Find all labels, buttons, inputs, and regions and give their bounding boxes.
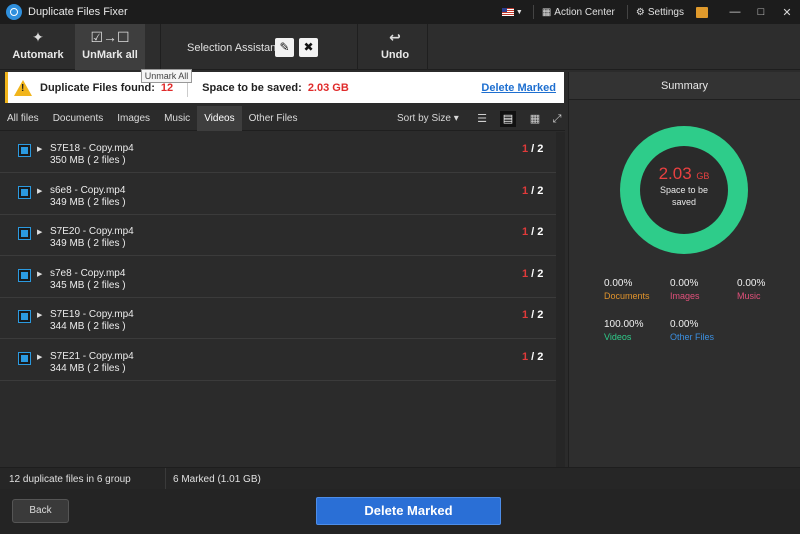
back-button[interactable]: Back (12, 499, 69, 523)
warning-icon: ! (14, 79, 32, 96)
file-size: 344 MB ( 2 files ) (50, 363, 126, 374)
select-checkbox[interactable] (18, 352, 31, 365)
stat-images: 0.00% Images (670, 278, 700, 301)
title-bar: Duplicate Files Fixer ▼ ▦ Action Center … (0, 0, 800, 24)
unmark-all-button[interactable]: ☑→☐ UnMark all (75, 24, 145, 70)
summary-title: Summary (569, 72, 800, 100)
gear-icon: ⚙ (635, 6, 645, 18)
wand-tool-icon[interactable]: ✎ (275, 38, 294, 57)
unmark-all-tooltip: Unmark All (141, 69, 192, 83)
selection-assistant-label: Selection Assistant (187, 42, 280, 54)
stat-other-files: 0.00% Other Files (670, 319, 715, 342)
close-button[interactable]: ✕ (774, 6, 800, 19)
space-saved-ring: 2.03 GB Space to be saved (620, 126, 748, 254)
expand-arrow-icon[interactable]: ▶ (37, 145, 42, 153)
tools-icon[interactable]: ✖ (299, 38, 318, 57)
magic-wand-icon: ✦ (32, 29, 44, 45)
maximize-button[interactable]: □ (748, 6, 774, 18)
marked-count: 1 / 2 (522, 143, 544, 155)
list-item[interactable]: ▶ S7E19 - Copy.mp4 344 MB ( 2 files ) 1 … (0, 298, 556, 339)
tab-documents[interactable]: Documents (46, 106, 111, 131)
ring-value: 2.03 GB (658, 164, 710, 183)
group-count-status: 12 duplicate files in 6 group (9, 474, 131, 485)
automark-button[interactable]: ✦ Automark (6, 24, 70, 70)
marked-count: 1 / 2 (522, 185, 544, 197)
undo-icon: ↩ (389, 29, 401, 45)
action-center-button[interactable]: ▦ Action Center (542, 7, 615, 18)
file-name: S7E19 - Copy.mp4 (50, 309, 134, 320)
settings-button[interactable]: ⚙ Settings (636, 7, 684, 18)
delete-marked-link[interactable]: Delete Marked (481, 82, 556, 94)
us-flag-icon[interactable] (501, 8, 514, 16)
sort-caret-icon: ▾ (453, 113, 459, 124)
list-item[interactable]: ▶ s6e8 - Copy.mp4 349 MB ( 2 files ) 1 /… (0, 174, 556, 215)
file-size: 350 MB ( 2 files ) (50, 155, 126, 166)
select-checkbox[interactable] (18, 310, 31, 323)
expand-arrow-icon[interactable]: ▶ (37, 187, 42, 195)
stat-music: 0.00% Music (737, 278, 766, 301)
sort-dropdown[interactable]: Sort by Size ▾ (397, 113, 459, 124)
list-item[interactable]: ▶ S7E18 - Copy.mp4 350 MB ( 2 files ) 1 … (0, 132, 556, 173)
grid-icon: ▦ (541, 6, 552, 18)
tab-all-files[interactable]: All files (0, 106, 46, 131)
delete-marked-button[interactable]: Delete Marked (316, 497, 501, 525)
ring-label: Space to be (659, 185, 709, 195)
duplicates-found-label: Duplicate Files found: (40, 81, 155, 94)
action-footer: Back Delete Marked (0, 489, 800, 534)
marked-count: 1 / 2 (522, 226, 544, 238)
select-checkbox[interactable] (18, 227, 31, 240)
tab-videos[interactable]: Videos (197, 105, 242, 131)
list-view-icon[interactable]: ☰ (474, 111, 490, 127)
unmark-icon: ☑→☐ (90, 29, 130, 45)
select-checkbox[interactable] (18, 186, 31, 199)
expand-arrow-icon[interactable]: ▶ (37, 270, 42, 278)
file-name: s6e8 - Copy.mp4 (50, 185, 126, 196)
tab-other-files[interactable]: Other Files (242, 106, 305, 131)
file-name: S7E21 - Copy.mp4 (50, 351, 134, 362)
language-dropdown-icon[interactable]: ▼ (516, 9, 523, 16)
marked-count: 1 / 2 (522, 309, 544, 321)
grid-view-icon[interactable]: ▦ (527, 111, 543, 127)
space-saved-value: 2.03 GB (307, 81, 349, 94)
file-size: 349 MB ( 2 files ) (50, 238, 126, 249)
expand-arrow-icon[interactable]: ▶ (37, 353, 42, 361)
tab-images[interactable]: Images (110, 106, 157, 131)
marked-status: 6 Marked (1.01 GB) (173, 474, 261, 485)
list-item[interactable]: ▶ S7E21 - Copy.mp4 344 MB ( 2 files ) 1 … (0, 340, 556, 381)
gift-icon[interactable] (696, 6, 708, 18)
app-title: Duplicate Files Fixer (28, 6, 128, 18)
undo-button[interactable]: ↩ Undo (372, 24, 418, 70)
expand-arrow-icon[interactable]: ▶ (37, 228, 42, 236)
expand-icon[interactable]: ⤢ (549, 111, 565, 127)
select-checkbox[interactable] (18, 269, 31, 282)
stat-videos: 100.00% Videos (604, 319, 644, 342)
tab-music[interactable]: Music (157, 106, 197, 131)
duplicate-file-list: ▶ S7E18 - Copy.mp4 350 MB ( 2 files ) 1 … (0, 132, 565, 467)
list-item[interactable]: ▶ s7e8 - Copy.mp4 345 MB ( 2 files ) 1 /… (0, 257, 556, 298)
ring-label: saved (671, 197, 697, 207)
file-type-tabs: All files Documents Images Music Videos … (0, 105, 565, 131)
file-size: 345 MB ( 2 files ) (50, 280, 126, 291)
file-name: S7E18 - Copy.mp4 (50, 143, 134, 154)
list-scrollbar[interactable] (556, 132, 565, 467)
marked-count: 1 / 2 (522, 351, 544, 363)
file-size: 344 MB ( 2 files ) (50, 321, 126, 332)
file-name: s7e8 - Copy.mp4 (50, 268, 126, 279)
file-name: S7E20 - Copy.mp4 (50, 226, 134, 237)
status-bar: 12 duplicate files in 6 group 6 Marked (… (0, 467, 800, 490)
stat-documents: 0.00% Documents (604, 278, 650, 301)
app-logo-icon (6, 4, 22, 20)
duplicates-found-value: 12 (160, 81, 174, 94)
file-size: 349 MB ( 2 files ) (50, 197, 126, 208)
duplicates-info-bar: ! Duplicate Files found: 12 Space to be … (5, 72, 564, 103)
list-item[interactable]: ▶ S7E20 - Copy.mp4 349 MB ( 2 files ) 1 … (0, 215, 556, 256)
toolbar: ✦ Automark ☑→☐ UnMark all Selection Assi… (0, 24, 800, 70)
marked-count: 1 / 2 (522, 268, 544, 280)
detail-view-icon[interactable]: ▤ (500, 111, 516, 127)
space-saved-label: Space to be saved: (202, 81, 302, 94)
expand-arrow-icon[interactable]: ▶ (37, 311, 42, 319)
select-checkbox[interactable] (18, 144, 31, 157)
summary-panel: Summary 2.03 GB Space to be saved 0.00% … (568, 72, 800, 467)
minimize-button[interactable]: — (722, 6, 748, 18)
